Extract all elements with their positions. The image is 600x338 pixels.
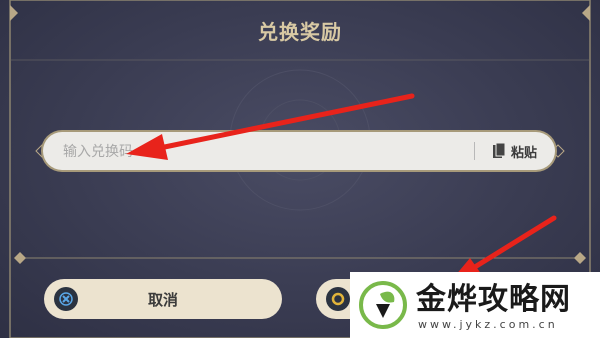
- divider: [474, 142, 475, 160]
- redeem-code-input[interactable]: [61, 132, 465, 172]
- cancel-label: 取消: [147, 290, 178, 309]
- o-button-icon: [326, 287, 350, 311]
- paste-label: 粘贴: [510, 145, 537, 161]
- leaf-logo-icon: [359, 281, 407, 329]
- watermark-url: www.jykz.com.cn: [418, 318, 558, 331]
- site-watermark: 金烨攻略网 www.jykz.com.cn: [350, 272, 600, 338]
- cancel-button[interactable]: 取消: [44, 279, 282, 319]
- paste-button[interactable]: 粘贴: [492, 141, 537, 161]
- watermark-title: 金烨攻略网: [416, 282, 571, 317]
- redeem-code-field[interactable]: 粘贴: [43, 132, 555, 172]
- arrow-to-confirm: [467, 215, 557, 273]
- redeem-dialog: 兑换奖励 粘贴 取消: [0, 0, 600, 338]
- clipboard-icon: [492, 143, 505, 158]
- dialog-title: 兑换奖励: [258, 20, 342, 44]
